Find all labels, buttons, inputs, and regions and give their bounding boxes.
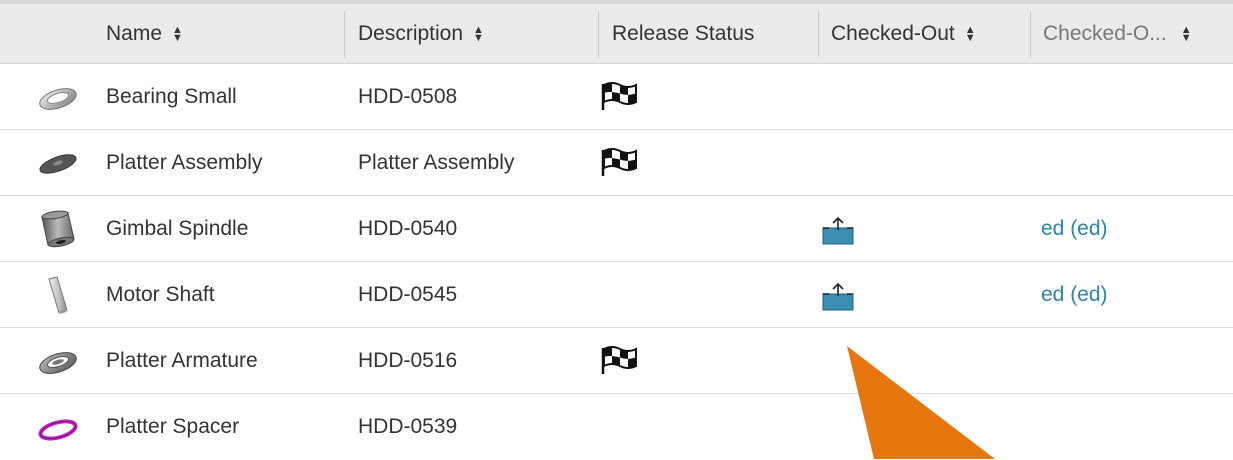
column-header-label: Checked-Out [831,22,955,45]
platter-disc-icon [39,154,77,174]
part-description: HDD-0539 [358,415,458,438]
table-row[interactable]: Gimbal Spindle HDD-0540 ed (ed) [0,196,1233,262]
column-header-label: Name [106,22,163,45]
part-description: HDD-0545 [358,283,458,306]
part-description: Platter Assembly [358,151,515,174]
part-name[interactable]: Motor Shaft [106,262,215,328]
table-row[interactable]: Platter Armature HDD-0516 [0,328,1233,394]
armature-ring-icon [39,352,77,374]
part-name[interactable]: Platter Armature [106,328,258,394]
column-header-checked-out[interactable]: Checked-Out ▲ ▼ [818,11,976,57]
bearing-ring-icon [39,88,77,110]
column-header-label: Checked-O... [1043,22,1167,45]
table-row[interactable]: Motor Shaft HDD-0545 ed (ed) [0,262,1233,328]
sort-icon[interactable]: ▲ ▼ [965,25,976,44]
spacer-ring-icon [38,419,78,441]
part-name[interactable]: Platter Assembly [106,130,262,196]
column-header-description[interactable]: Description ▲ ▼ [344,11,484,57]
sort-icon[interactable]: ▲ ▼ [1181,25,1192,44]
part-name[interactable]: Bearing Small [106,64,237,130]
table-row[interactable]: Platter Spacer HDD-0539 [0,394,1233,460]
checked-out-tray-icon [822,216,854,245]
column-header-release-status[interactable]: Release Status [598,11,754,57]
table-row[interactable]: Bearing Small HDD-0508 [0,64,1233,130]
checked-out-tray-icon [822,282,854,311]
column-header-name[interactable]: Name ▲ ▼ [106,4,183,64]
checkered-flag-icon [601,148,637,176]
checked-out-by-link[interactable]: ed (ed) [1041,196,1108,262]
spindle-cylinder-icon [41,210,75,248]
column-header-label: Description [358,22,464,45]
part-description: HDD-0516 [358,349,458,372]
table-row[interactable]: Platter Assembly Platter Assembly [0,130,1233,196]
column-header-label: Release Status [612,22,755,45]
sort-icon[interactable]: ▲ ▼ [172,25,183,44]
checkered-flag-icon [601,346,637,374]
column-header-checked-out-by[interactable]: Checked-O... ▲ ▼ [1030,11,1192,57]
checkered-flag-icon [601,82,637,110]
part-description: HDD-0540 [358,217,458,240]
sort-icon[interactable]: ▲ ▼ [473,25,484,44]
table-header: Name ▲ ▼ Description ▲ ▼ Release Status Ch… [0,0,1233,64]
part-description: HDD-0508 [358,85,458,108]
shaft-rod-icon [48,276,68,314]
part-name[interactable]: Gimbal Spindle [106,196,248,262]
part-name[interactable]: Platter Spacer [106,394,239,460]
checked-out-by-link[interactable]: ed (ed) [1041,262,1108,328]
